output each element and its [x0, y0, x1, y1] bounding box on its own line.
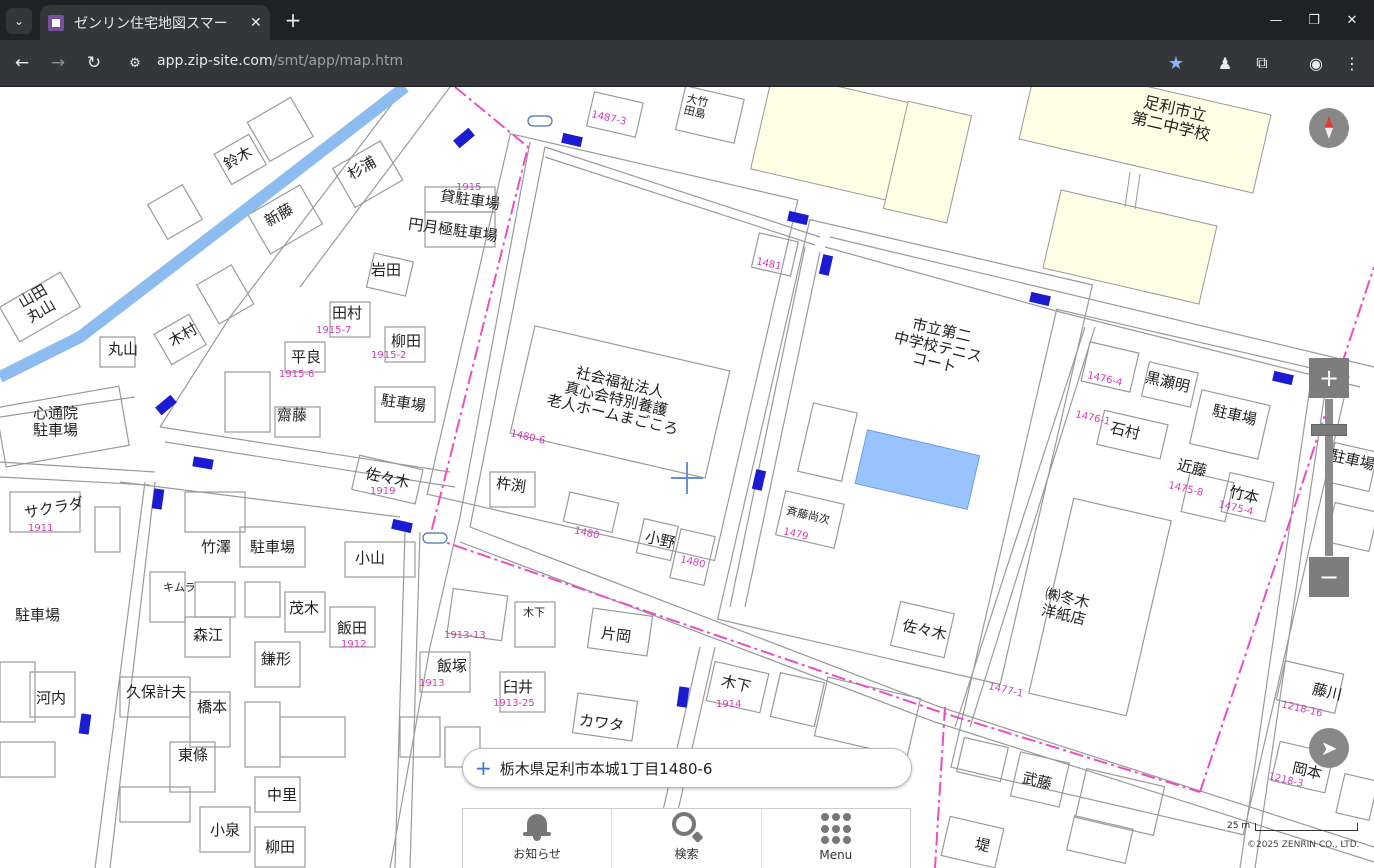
close-tab-icon[interactable]: ✕: [250, 15, 262, 31]
profile-icon[interactable]: ◉: [1303, 50, 1329, 76]
building-label: 丸山: [108, 340, 139, 358]
tab-title: ゼンリン住宅地図スマー: [74, 15, 228, 32]
lot-number: 1915-7: [316, 325, 352, 336]
minimize-icon[interactable]: —: [1263, 8, 1289, 32]
notice-label: お知らせ: [513, 847, 562, 861]
parking-label: 駐車場: [15, 606, 61, 624]
building-label: 飯塚: [437, 657, 468, 675]
more-menu-icon[interactable]: ⋮: [1339, 50, 1365, 76]
bookmark-star-icon[interactable]: ★: [1163, 50, 1189, 76]
zoom-slider-track[interactable]: [1325, 399, 1333, 556]
lot-number: 1913-25: [493, 698, 535, 709]
close-window-icon[interactable]: ✕: [1339, 8, 1365, 32]
map-scale: 25 m: [1227, 821, 1360, 833]
search-button[interactable]: 検索: [612, 809, 762, 868]
building-label: 岩田: [371, 261, 402, 279]
zoom-slider-handle[interactable]: [1311, 423, 1347, 436]
building-label: 飯田: [337, 619, 368, 637]
compass-north-needle: [1325, 116, 1333, 127]
tab-search-icon[interactable]: ⌄: [6, 8, 32, 34]
site-info-icon[interactable]: ⚙: [122, 50, 148, 76]
extensions-puzzle-icon[interactable]: ⧉: [1249, 50, 1275, 76]
building-label: 森江: [193, 626, 224, 644]
parking-label: 駐車場: [250, 538, 296, 556]
building-label: 久保計夫: [126, 683, 187, 701]
building-label: 鎌形: [261, 650, 292, 668]
building-label: 柳田: [265, 838, 296, 856]
new-tab-icon[interactable]: +: [282, 7, 304, 33]
browser-tab[interactable]: ゼンリン住宅地図スマー ✕: [40, 5, 270, 40]
search-icon: [671, 812, 704, 844]
lot-number: 1913-13: [444, 630, 486, 641]
lot-number: 1915: [456, 182, 482, 193]
building-label: キムラ: [163, 581, 196, 594]
extension-icon[interactable]: ♟: [1212, 50, 1238, 76]
menu-grid-icon: [820, 813, 852, 845]
parking-label: 心通院 駐車場: [33, 404, 79, 439]
lot-number: 1913: [419, 678, 445, 689]
building-label: 河内: [36, 689, 67, 707]
building-label: 小泉: [210, 821, 241, 839]
building-label: 小山: [355, 549, 386, 567]
browser-toolbar: ← → ↻ ⚙ app.zip-site.com/smt/app/map.htm…: [0, 40, 1374, 87]
lot-number: 1914: [716, 699, 742, 710]
copyright-text: ©2025 ZENRIN CO., LTD.: [1247, 840, 1360, 850]
reload-icon[interactable]: ↻: [80, 49, 108, 77]
address-text: 栃木県足利市本城1丁目1480-6: [499, 759, 713, 778]
compass-icon[interactable]: [1309, 108, 1349, 148]
notice-button[interactable]: お知らせ: [463, 809, 613, 868]
url-domain: app.zip-site.com: [157, 53, 273, 69]
site-favicon-icon: [48, 14, 64, 31]
building-label: 杵渕: [494, 474, 528, 497]
zoom-in-button[interactable]: +: [1309, 358, 1349, 398]
building-label: 柳田: [391, 332, 422, 350]
building-label: 橋本: [197, 698, 228, 716]
bottom-navigation: お知らせ 検索 Menu: [462, 808, 911, 868]
bell-icon: [522, 812, 552, 842]
building-label: 齋藤: [277, 406, 308, 424]
zenrin-map[interactable]: 足利市立 第二中学校 市立第二 中学校テニス コート 社会福祉法人 真心会特別養…: [0, 87, 1374, 868]
building-label: 木下: [523, 606, 545, 619]
compass-south-needle: [1325, 128, 1333, 139]
building-label: 東條: [178, 746, 209, 764]
building-label: 片岡: [599, 624, 633, 647]
restore-icon[interactable]: ❐: [1301, 8, 1327, 32]
building-label: 茂木: [289, 599, 320, 617]
lot-number: 1915-6: [279, 369, 315, 380]
building-label: 平良: [291, 348, 322, 366]
browser-tab-bar: ⌄ ゼンリン住宅地図スマー ✕ + — ❐ ✕: [0, 0, 1374, 40]
lot-number: 1919: [370, 486, 396, 497]
map-center-crosshair: [686, 462, 688, 494]
url-path: /smt/app/map.htm: [272, 53, 404, 69]
scale-bar: [1255, 823, 1358, 831]
scale-label: 25 m: [1227, 821, 1251, 831]
lot-number: 1911: [28, 523, 54, 534]
forward-icon[interactable]: →: [44, 49, 72, 77]
building-label: 田村: [332, 304, 363, 322]
menu-label: Menu: [819, 848, 853, 862]
menu-button[interactable]: Menu: [762, 809, 910, 868]
address-bar-url[interactable]: app.zip-site.com/smt/app/map.htm: [157, 53, 403, 69]
back-icon[interactable]: ←: [8, 49, 36, 77]
building-label: 中里: [267, 786, 298, 804]
building-label: 臼井: [503, 678, 534, 696]
building-label: 竹澤: [201, 538, 232, 556]
zoom-out-button[interactable]: −: [1309, 557, 1349, 597]
crosshair-plus-icon: +: [475, 756, 492, 780]
address-display[interactable]: + 栃木県足利市本城1丁目1480-6: [462, 748, 912, 788]
search-label: 検索: [674, 847, 699, 861]
lot-number: 1912: [341, 639, 367, 650]
lot-number: 1915-2: [371, 350, 407, 361]
current-location-icon[interactable]: ➤: [1309, 728, 1349, 768]
